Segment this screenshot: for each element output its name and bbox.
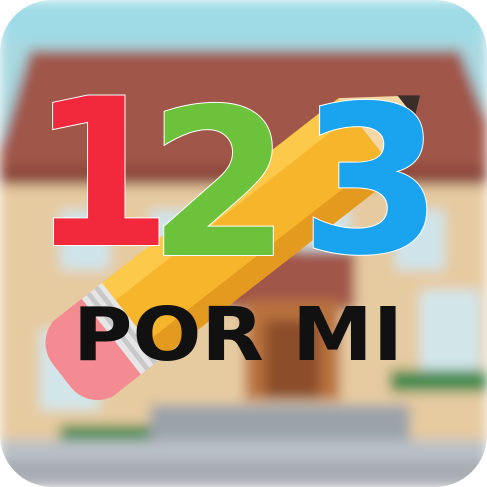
app-icon-artwork: 1 2 3 POR MI bbox=[0, 0, 487, 487]
app-wordmark: POR MI bbox=[73, 292, 403, 378]
digit-three: 3 bbox=[300, 63, 443, 301]
digit-two: 2 bbox=[148, 66, 291, 304]
app-icon[interactable]: 1 2 3 POR MI bbox=[0, 0, 487, 487]
